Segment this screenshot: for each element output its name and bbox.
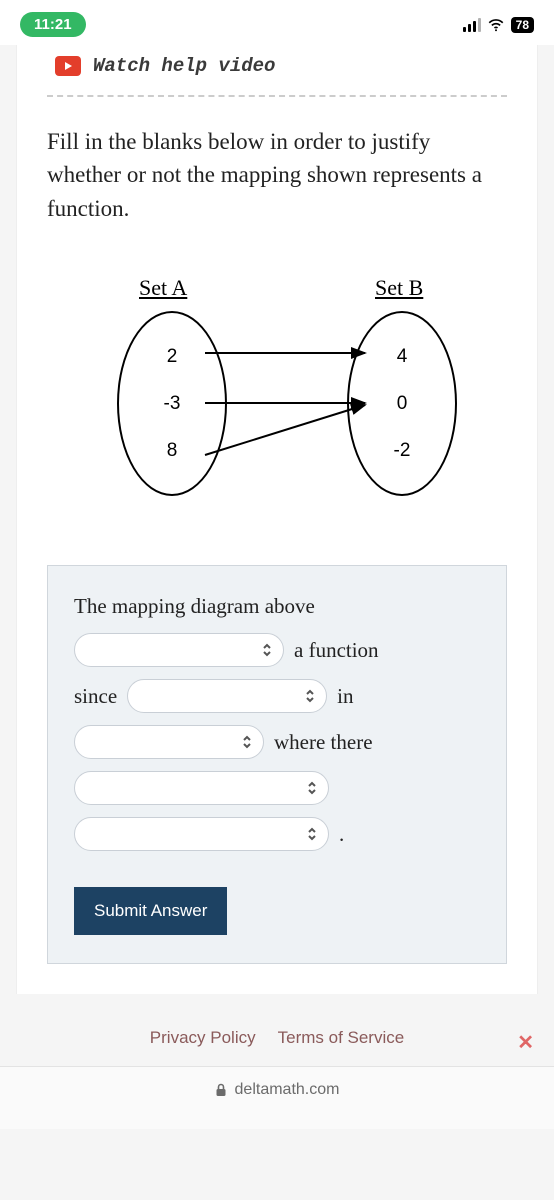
answer-box: The mapping diagram above a function sin… <box>47 565 507 964</box>
answer-text: in <box>337 684 353 709</box>
chevron-up-down-icon <box>261 641 273 659</box>
url-text: deltamath.com <box>235 1081 340 1099</box>
set-a-value: 2 <box>167 346 178 368</box>
play-icon <box>55 56 81 76</box>
set-a-value: 8 <box>167 440 178 462</box>
answer-select-1[interactable] <box>74 633 284 667</box>
chevron-up-down-icon <box>304 687 316 705</box>
lock-icon <box>215 1083 227 1097</box>
answer-text: where there <box>274 730 373 755</box>
mapping-arrows <box>197 311 377 496</box>
mapping-diagram: Set A Set B 2 -3 8 4 0 -2 <box>87 275 467 515</box>
answer-select-2[interactable] <box>127 679 327 713</box>
set-a-label: Set A <box>139 275 187 301</box>
close-icon[interactable]: ✕ <box>517 1030 534 1055</box>
set-b-label: Set B <box>375 275 423 301</box>
chevron-up-down-icon <box>306 825 318 843</box>
answer-text: a function <box>294 638 379 663</box>
set-b-value: 0 <box>397 393 408 415</box>
wifi-icon <box>487 16 505 34</box>
status-right: 78 <box>463 16 534 34</box>
page-content: Watch help video Fill in the blanks belo… <box>16 45 538 994</box>
question-prompt: Fill in the blanks below in order to jus… <box>47 125 507 225</box>
status-bar: 11:21 78 <box>0 0 554 45</box>
privacy-policy-link[interactable]: Privacy Policy <box>150 1028 256 1048</box>
status-time: 11:21 <box>20 12 86 37</box>
battery-badge: 78 <box>511 17 534 33</box>
answer-select-4[interactable] <box>74 771 329 805</box>
watch-help-video-link[interactable]: Watch help video <box>47 45 507 97</box>
chevron-up-down-icon <box>241 733 253 751</box>
set-b-value: -2 <box>394 440 411 462</box>
footer-links: Privacy Policy Terms of Service ✕ <box>0 994 554 1066</box>
set-a-value: -3 <box>164 393 181 415</box>
watch-help-label: Watch help video <box>93 55 275 77</box>
answer-select-3[interactable] <box>74 725 264 759</box>
terms-of-service-link[interactable]: Terms of Service <box>278 1028 405 1048</box>
chevron-up-down-icon <box>306 779 318 797</box>
cellular-icon <box>463 18 481 32</box>
answer-select-5[interactable] <box>74 817 329 851</box>
answer-text: since <box>74 684 117 709</box>
browser-url-bar[interactable]: deltamath.com <box>0 1066 554 1129</box>
submit-answer-button[interactable]: Submit Answer <box>74 887 227 935</box>
answer-intro: The mapping diagram above <box>74 594 480 619</box>
answer-text: . <box>339 822 344 847</box>
set-b-value: 4 <box>397 346 408 368</box>
